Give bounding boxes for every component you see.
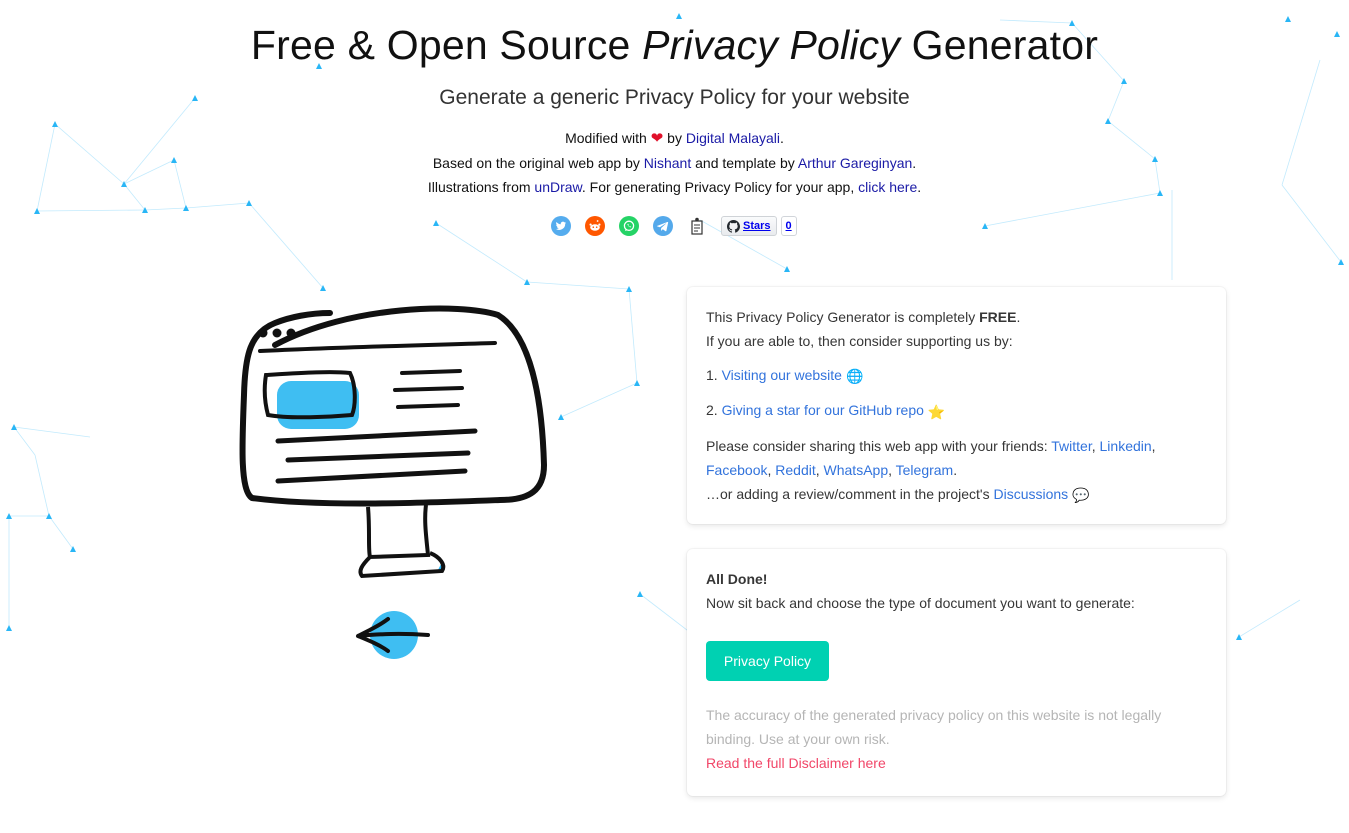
review-intro: …or adding a review/comment in the proje… bbox=[706, 485, 994, 502]
list-number: 1. bbox=[706, 367, 718, 383]
done-text: Now sit back and choose the type of docu… bbox=[706, 595, 1135, 611]
list-number: 2. bbox=[706, 402, 718, 419]
speech-bubble-icon: 💬 bbox=[1072, 486, 1090, 503]
privacy-policy-button[interactable]: Privacy Policy bbox=[706, 641, 829, 681]
credits: Modified with ❤ by Digital Malayali. Bas… bbox=[0, 126, 1349, 199]
disclaimer: The accuracy of the generated privacy po… bbox=[706, 703, 1206, 775]
star-icon: ⭐ bbox=[927, 403, 946, 420]
modified-period: . bbox=[780, 130, 784, 146]
title-suffix: Generator bbox=[900, 22, 1099, 68]
app-policy-text: . For generating Privacy Policy for your… bbox=[581, 179, 859, 195]
whatsapp-icon[interactable] bbox=[619, 216, 639, 236]
twitter-icon[interactable] bbox=[551, 216, 571, 236]
share-period: . bbox=[953, 461, 958, 478]
illustrations-period: . bbox=[917, 179, 922, 195]
reddit-icon[interactable] bbox=[585, 216, 605, 236]
monitor-illustration bbox=[239, 305, 548, 659]
share-intro: Please consider sharing this web app wit… bbox=[706, 437, 1052, 454]
generate-card: All Done! Now sit back and choose the ty… bbox=[687, 549, 1226, 796]
share-facebook-link[interactable]: Facebook bbox=[706, 462, 767, 478]
credits-line-modified: Modified with ❤ by Digital Malayali. bbox=[0, 126, 1349, 151]
support-card: This Privacy Policy Generator is complet… bbox=[687, 287, 1226, 524]
github-stars-count[interactable]: 0 bbox=[780, 216, 797, 236]
done-title: All Done! bbox=[706, 571, 768, 587]
share-twitter-link[interactable]: Twitter bbox=[1051, 438, 1091, 454]
heart-icon: ❤ bbox=[650, 130, 664, 147]
modified-by-text: by bbox=[663, 130, 686, 146]
free-period: . bbox=[1016, 309, 1021, 325]
free-bold: FREE bbox=[979, 309, 1017, 325]
page: Free & Open Source Privacy Policy Genera… bbox=[0, 0, 1349, 833]
undraw-link[interactable]: unDraw bbox=[534, 179, 581, 195]
support-intro: If you are able to, then consider suppor… bbox=[706, 333, 1013, 349]
github-star-link[interactable]: Giving a star for our GitHub repo bbox=[722, 402, 924, 418]
template-text: and template by bbox=[691, 155, 798, 171]
telegram-icon[interactable] bbox=[653, 216, 673, 236]
free-statement: This Privacy Policy Generator is complet… bbox=[706, 305, 1207, 329]
share-buttons: Stars 0 bbox=[551, 214, 797, 238]
title-emphasis: Privacy Policy bbox=[642, 22, 901, 68]
title-prefix: Free & Open Source bbox=[250, 22, 643, 68]
share-text: Please consider sharing this web app wit… bbox=[706, 437, 1156, 478]
nishant-link[interactable]: Nishant bbox=[644, 155, 691, 171]
review-text: …or adding a review/comment in the proje… bbox=[706, 482, 1207, 507]
visit-website-link[interactable]: Visiting our website bbox=[722, 367, 842, 383]
page-title: Free & Open Source Privacy Policy Genera… bbox=[0, 22, 1349, 69]
discussions-link[interactable]: Discussions bbox=[993, 486, 1068, 502]
support-list: 1. Visiting our website 🌐 2. Giving a sta… bbox=[706, 363, 1207, 424]
share-reddit-link[interactable]: Reddit bbox=[775, 462, 815, 478]
credits-line-based: Based on the original web app by Nishant… bbox=[0, 151, 1349, 175]
digital-malayali-link[interactable]: Digital Malayali bbox=[686, 130, 780, 146]
share-linkedin-link[interactable]: Linkedin bbox=[1100, 438, 1152, 454]
based-period: . bbox=[912, 155, 917, 171]
credits-line-illustrations: Illustrations from unDraw. For generatin… bbox=[0, 175, 1349, 199]
modified-text: Modified with bbox=[565, 130, 651, 146]
page-subtitle: Generate a generic Privacy Policy for yo… bbox=[439, 86, 910, 109]
github-icon bbox=[727, 219, 740, 233]
disclaimer-link[interactable]: Read the full Disclaimer here bbox=[706, 755, 886, 771]
illustrations-text: Illustrations from bbox=[427, 179, 535, 195]
list-item: 1. Visiting our website 🌐 bbox=[706, 363, 1207, 388]
click-here-link[interactable]: click here bbox=[858, 179, 917, 195]
disclaimer-text: The accuracy of the generated privacy po… bbox=[706, 707, 1162, 747]
based-text: Based on the original web app by bbox=[432, 155, 644, 171]
globe-icon: 🌐 bbox=[845, 368, 864, 385]
github-stars-label: Stars bbox=[743, 220, 771, 232]
producthunt-icon[interactable] bbox=[687, 216, 707, 236]
share-telegram-link[interactable]: Telegram bbox=[896, 462, 954, 478]
arthur-gareginyan-link[interactable]: Arthur Gareginyan bbox=[798, 155, 912, 171]
github-stars-button[interactable]: Stars bbox=[721, 216, 777, 236]
free-text: This Privacy Policy Generator is complet… bbox=[706, 309, 980, 325]
share-whatsapp-link[interactable]: WhatsApp bbox=[824, 462, 889, 478]
list-item: 2. Giving a star for our GitHub repo ⭐ bbox=[706, 398, 1207, 423]
github-stars-widget: Stars 0 bbox=[721, 216, 797, 236]
